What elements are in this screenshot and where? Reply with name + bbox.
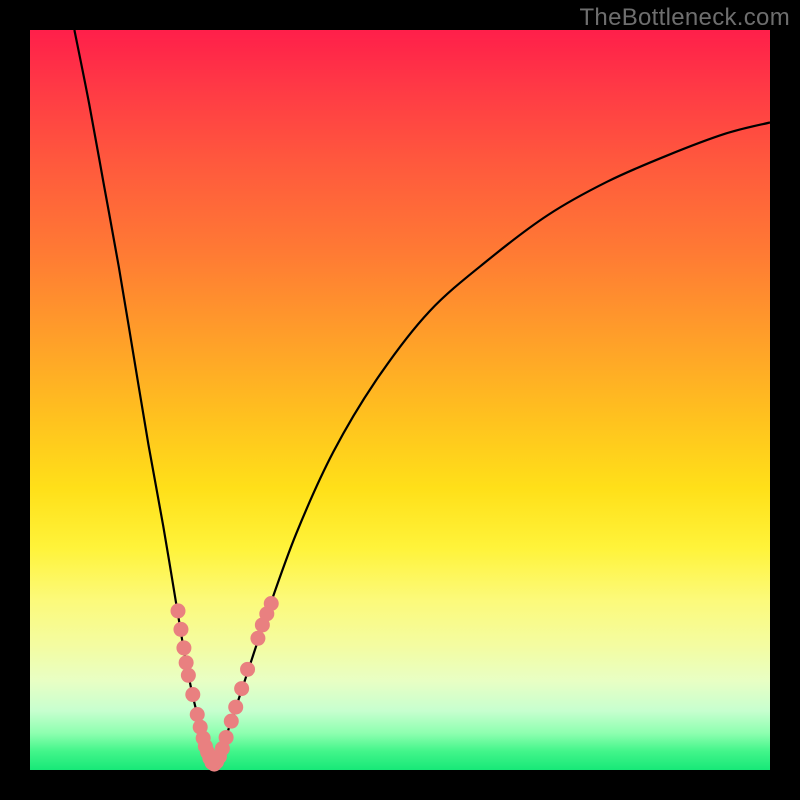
chart-plot-area [30, 30, 770, 770]
data-marker [190, 707, 205, 722]
data-marker [173, 622, 188, 637]
data-marker [228, 700, 243, 715]
chart-svg [30, 30, 770, 770]
marker-layer [171, 596, 279, 772]
data-marker [264, 596, 279, 611]
chart-frame: TheBottleneck.com [0, 0, 800, 800]
data-marker [240, 662, 255, 677]
data-marker [185, 687, 200, 702]
watermark-text: TheBottleneck.com [579, 4, 790, 32]
data-marker [250, 631, 265, 646]
data-marker [234, 681, 249, 696]
data-marker [171, 603, 186, 618]
data-marker [219, 730, 234, 745]
curve-layer [74, 30, 770, 766]
data-marker [176, 640, 191, 655]
bottleneck-curve [74, 30, 770, 766]
data-marker [181, 668, 196, 683]
data-marker [224, 714, 239, 729]
data-marker [179, 655, 194, 670]
